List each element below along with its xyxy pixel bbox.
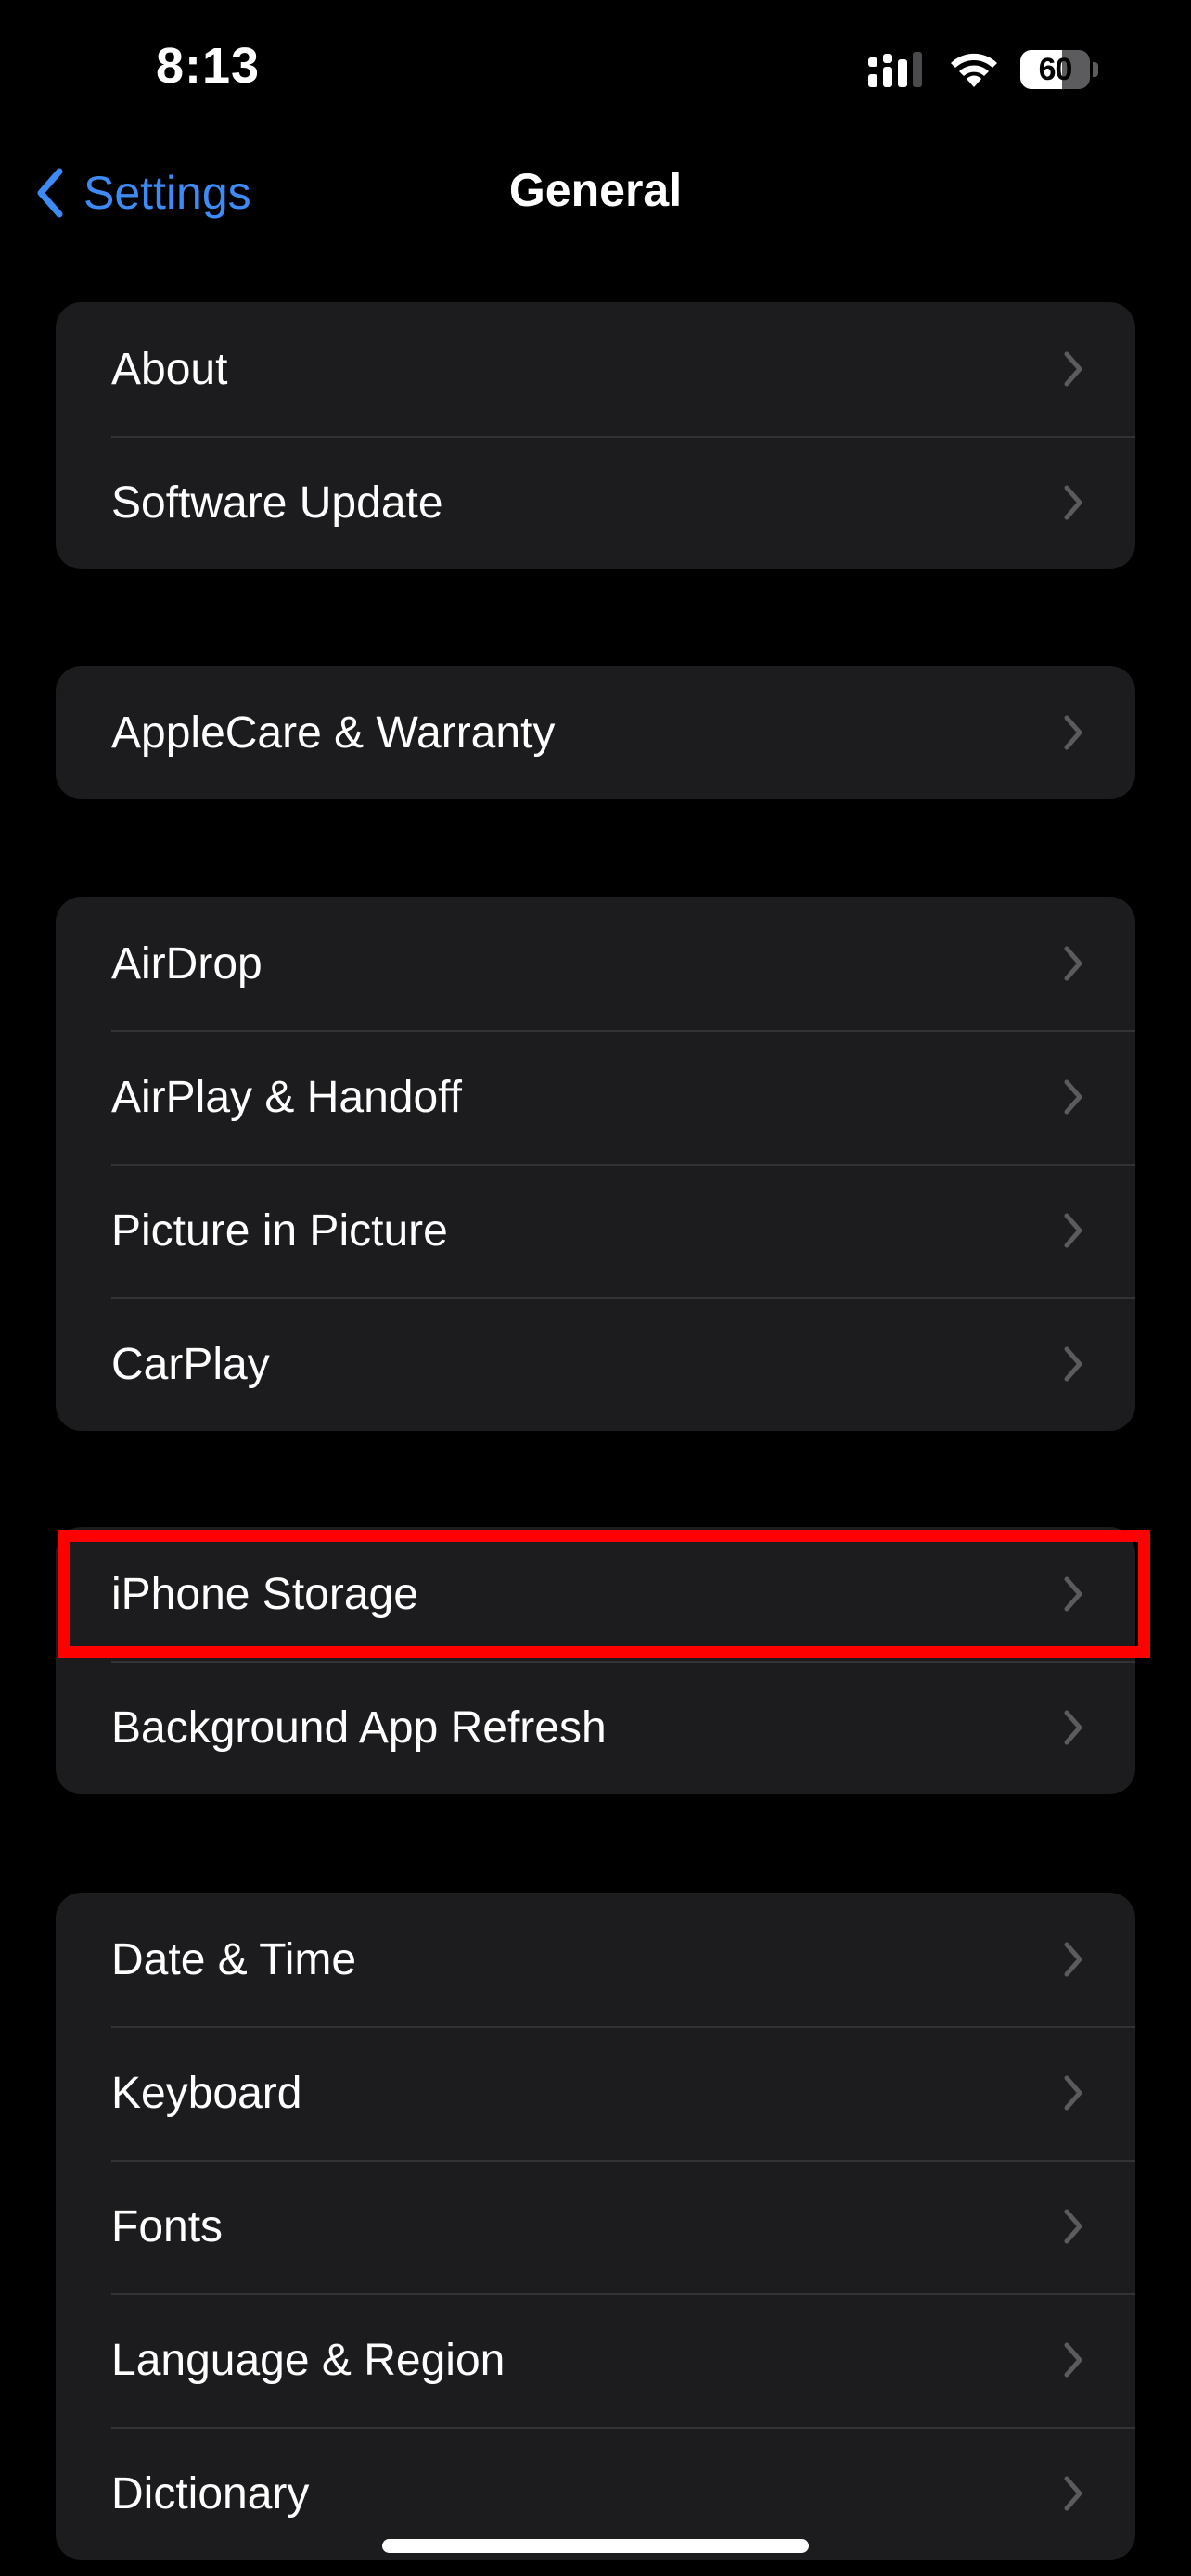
battery-icon: 60: [1020, 50, 1098, 89]
row-about[interactable]: About: [56, 302, 1135, 436]
row-label: About: [111, 344, 228, 394]
row-date-time[interactable]: Date & Time: [56, 1893, 1135, 2026]
chevron-right-icon: [1064, 485, 1082, 520]
row-iphone-storage[interactable]: iPhone Storage: [56, 1527, 1135, 1661]
cellular-signal-icon: [868, 52, 922, 87]
row-software-update[interactable]: Software Update: [56, 436, 1135, 569]
chevron-right-icon: [1064, 1079, 1082, 1115]
row-label: Picture in Picture: [111, 1205, 448, 1256]
settings-group-datetime: Date & Time Keyboard Fonts Language & Re…: [56, 1893, 1135, 2560]
status-time: 8:13: [156, 38, 261, 94]
row-label: Keyboard: [111, 2068, 302, 2118]
page-title: General: [508, 164, 683, 216]
row-label: Date & Time: [111, 1934, 357, 1984]
row-picture-in-picture[interactable]: Picture in Picture: [56, 1164, 1135, 1297]
home-indicator[interactable]: [382, 2539, 809, 2553]
chevron-right-icon: [1064, 2209, 1082, 2244]
status-icons: 60: [866, 48, 1098, 91]
row-label: Dictionary: [111, 2468, 310, 2519]
row-label: AppleCare & Warranty: [111, 708, 556, 758]
row-label: CarPlay: [111, 1339, 270, 1389]
chevron-right-icon: [1064, 1346, 1082, 1382]
row-label: Language & Region: [111, 2335, 506, 2385]
chevron-right-icon: [1064, 715, 1082, 750]
battery-level: 60: [1038, 51, 1073, 87]
row-label: iPhone Storage: [111, 1569, 418, 1619]
chevron-right-icon: [1064, 1942, 1082, 1977]
settings-group-storage: iPhone Storage Background App Refresh: [56, 1527, 1135, 1794]
row-keyboard[interactable]: Keyboard: [56, 2026, 1135, 2160]
status-bar: 8:13 60: [0, 0, 1191, 139]
row-label: Software Update: [111, 478, 443, 528]
chevron-right-icon: [1064, 2476, 1082, 2511]
row-language-region[interactable]: Language & Region: [56, 2293, 1135, 2427]
row-airplay-handoff[interactable]: AirPlay & Handoff: [56, 1030, 1135, 1164]
settings-group-about: About Software Update: [56, 302, 1135, 569]
row-carplay[interactable]: CarPlay: [56, 1297, 1135, 1431]
row-label: Background App Refresh: [111, 1702, 607, 1753]
row-airdrop[interactable]: AirDrop: [56, 897, 1135, 1030]
row-label: Fonts: [111, 2201, 224, 2251]
wifi-icon: [951, 53, 997, 87]
navigation-bar: Settings General: [0, 139, 1191, 247]
chevron-right-icon: [1064, 351, 1082, 387]
settings-group-airdrop: AirDrop AirPlay & Handoff Picture in Pic…: [56, 897, 1135, 1431]
row-label: AirDrop: [111, 938, 263, 988]
chevron-right-icon: [1064, 2075, 1082, 2111]
row-applecare-warranty[interactable]: AppleCare & Warranty: [56, 666, 1135, 799]
chevron-right-icon: [1064, 1576, 1082, 1612]
chevron-right-icon: [1064, 1213, 1082, 1248]
settings-group-applecare: AppleCare & Warranty: [56, 666, 1135, 799]
chevron-right-icon: [1064, 946, 1082, 981]
row-background-app-refresh[interactable]: Background App Refresh: [56, 1661, 1135, 1794]
chevron-right-icon: [1064, 2342, 1082, 2378]
chevron-right-icon: [1064, 1710, 1082, 1745]
row-fonts[interactable]: Fonts: [56, 2160, 1135, 2293]
row-label: AirPlay & Handoff: [111, 1072, 462, 1122]
